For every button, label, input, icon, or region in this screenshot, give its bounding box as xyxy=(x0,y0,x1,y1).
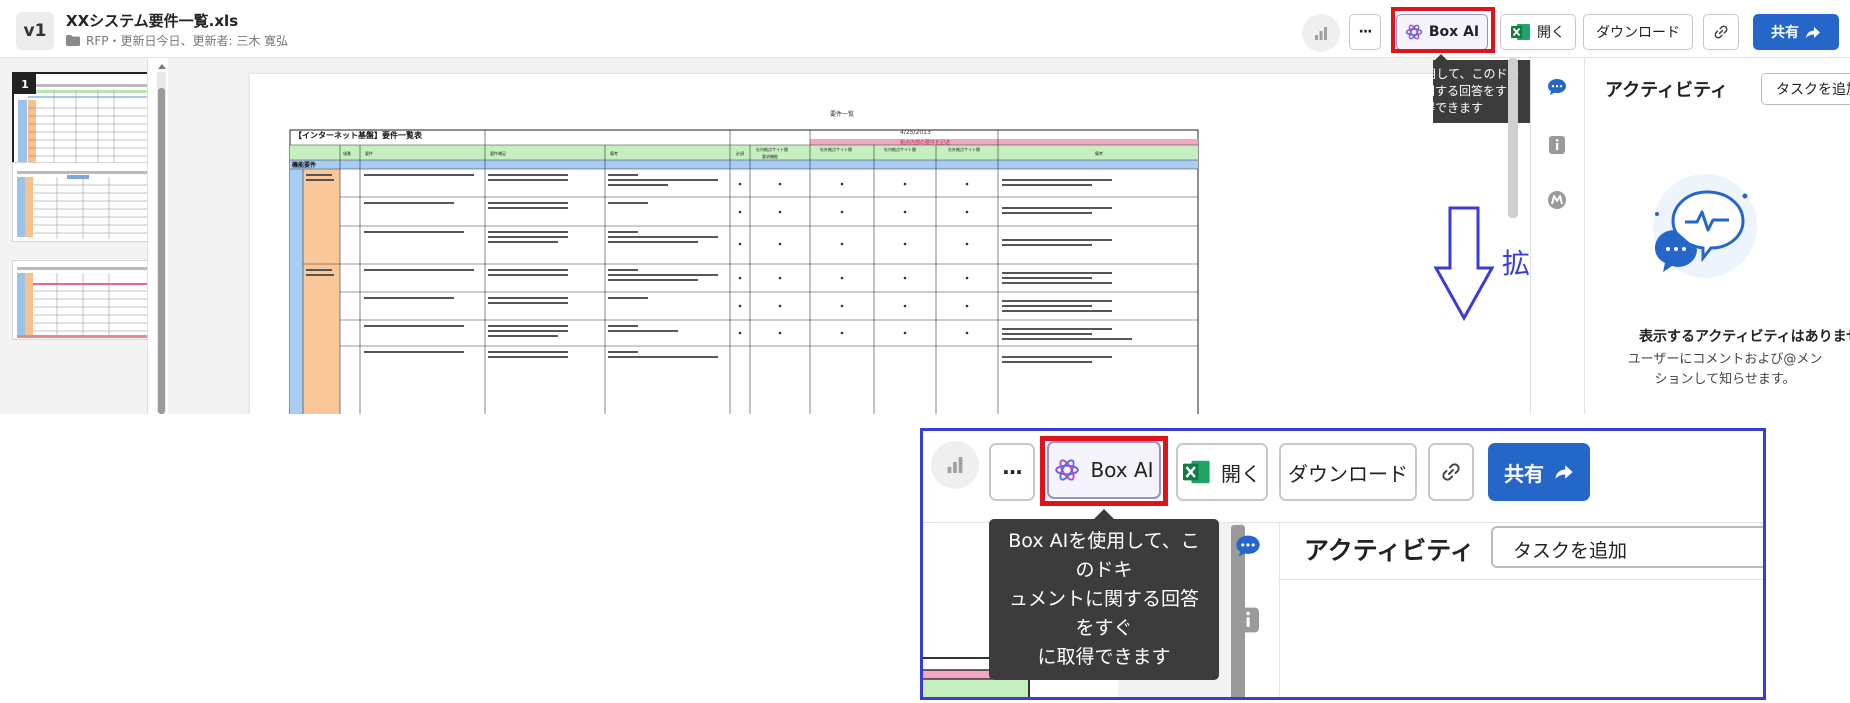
add-task-button[interactable]: タスクを追加 xyxy=(1761,73,1850,105)
col-header: 社外拠点サイト間 xyxy=(820,146,852,152)
page-number-badge: 1 xyxy=(14,74,36,94)
col-header: 社内拠点サイト間 xyxy=(756,146,788,152)
inset-tooltip-line-3: に取得できます xyxy=(1037,646,1171,668)
thumbnail-preview xyxy=(17,171,147,239)
zoom-inset-content: アクティビティ タスクを追加 ··· Box AI 開く ダウンロード 共有 B… xyxy=(923,431,1763,697)
download-label: ダウンロード xyxy=(1596,25,1680,41)
section-label: 機能要件 xyxy=(292,161,316,169)
file-meta-text: RFP・更新日今日、更新者: 三木 寛弘 xyxy=(86,34,289,48)
info-icon xyxy=(1237,607,1259,633)
inset-share-label: 共有 xyxy=(1504,461,1544,486)
empty-activity-illustration xyxy=(1653,174,1757,278)
inset-tooltip-line-2: ュメントに関する回答をすぐ xyxy=(1008,588,1199,639)
share-label: 共有 xyxy=(1771,25,1799,41)
inset-download-button: ダウンロード xyxy=(1279,443,1417,501)
activity-sidebar: アクティビティ タスクを追加 表示するアクティビティはありません ユーザーにコメ… xyxy=(1584,58,1850,414)
more-options-button[interactable]: ··· xyxy=(1349,14,1381,50)
inset-link-button xyxy=(1428,443,1474,501)
copy-link-button[interactable] xyxy=(1703,14,1739,50)
link-icon xyxy=(1442,463,1460,481)
spreadsheet-page: 要件一覧 4/25/2013 【インターネット基盤】要件一覧表 拠点内部の要件を… xyxy=(250,74,1433,414)
inset-more-button: ··· xyxy=(989,443,1035,501)
highlight-box xyxy=(1391,7,1495,53)
inset-box-ai-tooltip: Box AIを使用して、このドキ ュメントに関する回答をすぐ に取得できます xyxy=(989,509,1219,680)
inset-open-label: 開く xyxy=(1221,461,1261,486)
comment-icon[interactable] xyxy=(1547,78,1567,96)
table-title: 【インターネット基盤】要件一覧表 xyxy=(294,130,423,140)
col-header: 社外拠点サイト間 xyxy=(948,146,980,152)
page-thumbnail[interactable] xyxy=(12,260,147,340)
empty-activity-description: ユーザーにコメントおよび@メン ションして知らせます。 xyxy=(1615,350,1835,390)
document-viewer[interactable]: 要件一覧 4/25/2013 【インターネット基盤】要件一覧表 拠点内部の要件を… xyxy=(168,58,1433,414)
page-thumbnail[interactable] xyxy=(12,162,147,242)
zoom-inset: アクティビティ タスクを追加 ··· Box AI 開く ダウンロード 共有 B… xyxy=(920,428,1766,700)
file-title: XXシステム要件一覧.xls xyxy=(66,12,239,30)
inset-add-task-button: タスクを追加 xyxy=(1491,526,1763,568)
excel-icon xyxy=(1511,24,1530,40)
share-button[interactable]: 共有 xyxy=(1753,14,1839,50)
inset-download-label: ダウンロード xyxy=(1288,461,1408,486)
open-button[interactable]: 開く xyxy=(1500,14,1576,50)
col-header: 要件補足 xyxy=(490,150,506,156)
spreadsheet-render: 要件一覧 4/25/2013 【インターネット基盤】要件一覧表 拠点内部の要件を… xyxy=(289,110,1199,414)
inset-tooltip-line-1: Box AIを使用して、このドキ xyxy=(1008,530,1200,581)
page-thumbnail[interactable]: 1 xyxy=(12,72,147,168)
sidebar-icon-rail xyxy=(1530,58,1584,414)
info-icon[interactable] xyxy=(1549,136,1565,154)
inset-share-button: 共有 xyxy=(1488,443,1590,501)
col-header: 項番 xyxy=(343,150,351,156)
bar-chart-icon xyxy=(947,457,963,473)
sheet-heading: 要件一覧 xyxy=(830,110,854,118)
scroll-up-icon[interactable] xyxy=(157,62,167,70)
thumbnail-preview xyxy=(17,267,147,338)
viewer-scrollbar[interactable] xyxy=(1508,58,1518,218)
file-meta: RFP・更新日今日、更新者: 三木 寛弘 xyxy=(66,32,288,49)
link-icon xyxy=(1714,25,1728,39)
thumbnail-scrollbar-thumb[interactable] xyxy=(158,88,165,414)
inset-highlight-box xyxy=(1040,436,1168,506)
col-header: 要件 xyxy=(365,150,373,156)
stats-button[interactable] xyxy=(1302,14,1340,52)
share-arrow-icon xyxy=(1555,465,1573,479)
activity-title: アクティビティ xyxy=(1605,80,1728,101)
down-arrow-annotation xyxy=(1433,206,1495,322)
metadata-icon[interactable] xyxy=(1547,190,1567,210)
inset-rail-border xyxy=(1279,523,1280,697)
version-badge[interactable]: v1 xyxy=(16,12,54,50)
col-header: 備考 xyxy=(1095,150,1103,156)
bar-chart-icon xyxy=(1315,26,1327,40)
folder-icon xyxy=(66,35,80,46)
empty-desc-line-1: ユーザーにコメントおよび@メン xyxy=(1627,352,1823,367)
share-arrow-icon xyxy=(1806,26,1820,38)
empty-desc-line-2: ションして知らせます。 xyxy=(1654,372,1796,387)
thumbnail-panel: 1 xyxy=(0,58,148,414)
empty-activity-title: 表示するアクティビティはありません xyxy=(1639,329,1850,345)
col-header: 必須 xyxy=(736,150,744,156)
header-bar: v1 XXシステム要件一覧.xls RFP・更新日今日、更新者: 三木 寛弘 ·… xyxy=(0,0,1850,58)
box-preview-app: v1 XXシステム要件一覧.xls RFP・更新日今日、更新者: 三木 寛弘 ·… xyxy=(0,0,1850,703)
col-header: 社内拠点サイト間 xyxy=(884,146,916,152)
excel-icon xyxy=(1183,460,1210,484)
inset-stats-button xyxy=(931,441,979,489)
download-button[interactable]: ダウンロード xyxy=(1583,14,1693,50)
inset-more-label: ··· xyxy=(1002,460,1023,484)
col-header: 備考 xyxy=(610,150,618,156)
comment-icon xyxy=(1236,535,1260,557)
inset-sidebar-divider xyxy=(1278,579,1763,580)
inset-activity-title: アクティビティ xyxy=(1304,536,1475,565)
inset-open-button: 開く xyxy=(1176,443,1268,501)
col-subheader: 要求機能 xyxy=(762,153,778,159)
open-label: 開く xyxy=(1537,25,1565,41)
more-options-label: ··· xyxy=(1358,24,1373,40)
